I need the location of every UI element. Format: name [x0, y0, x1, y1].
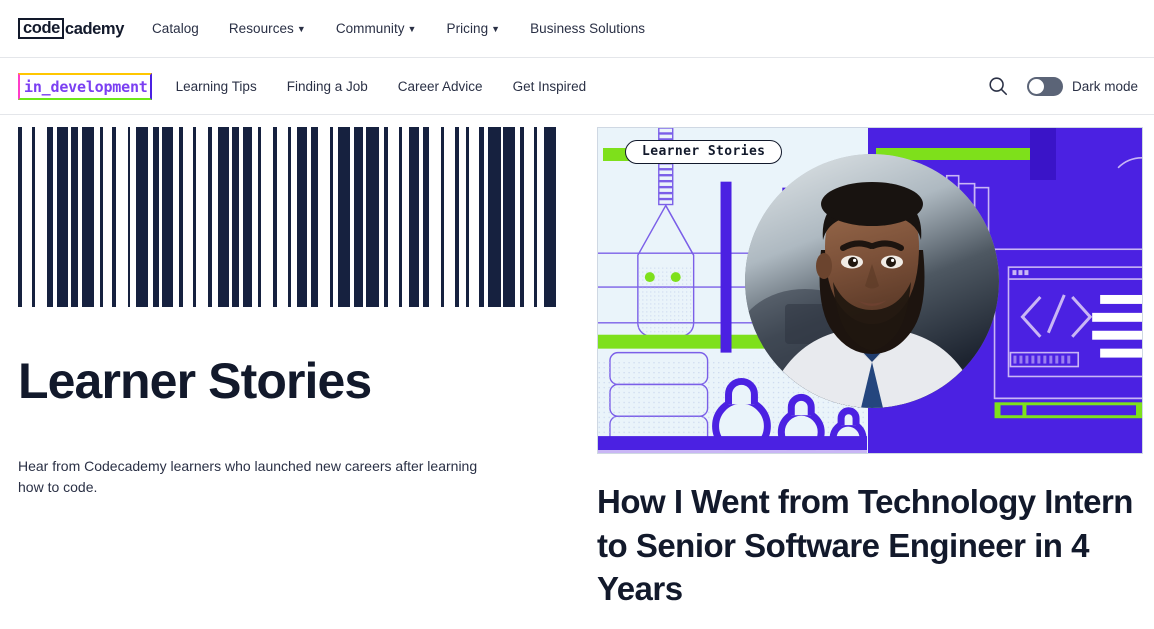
nav-item-catalog[interactable]: Catalog	[152, 21, 199, 36]
barcode-stripe	[488, 127, 501, 307]
barcode-stripe	[443, 127, 455, 307]
primary-nav-items: Catalog Resources ▼ Community ▼ Pricing ▼ B…	[152, 21, 675, 36]
featured-article-title[interactable]: How I Went from Technology Intern to Sen…	[597, 480, 1154, 611]
subnav-right-controls: Dark mode	[985, 73, 1138, 99]
dark-mode-toggle-knob	[1028, 78, 1044, 94]
barcode-stripe	[402, 127, 410, 307]
barcode-stripe	[296, 127, 307, 307]
barcode-stripe	[353, 127, 364, 307]
nav-item-business-solutions[interactable]: Business Solutions	[530, 21, 645, 36]
nav-item-business-solutions-label: Business Solutions	[530, 21, 646, 36]
chevron-down-icon: ▼	[296, 24, 306, 34]
barcode-stripe	[22, 127, 32, 307]
subnav-item-career-advice[interactable]: Career Advice	[398, 79, 483, 94]
nav-item-community-label: Community	[335, 21, 405, 36]
nav-item-pricing[interactable]: Pricing ▼	[447, 21, 501, 36]
blue-accent-block	[1030, 128, 1056, 180]
barcode-stripe	[152, 127, 160, 307]
barcode-stripe	[366, 127, 379, 307]
barcode-stripe	[310, 127, 318, 307]
nav-item-pricing-label: Pricing	[446, 21, 489, 36]
barcode-stripe	[388, 127, 400, 307]
barcode-stripe	[459, 127, 467, 307]
main-content: Learner Stories Hear from Codecademy lea…	[0, 115, 1154, 611]
barcode-stripe	[428, 127, 442, 307]
barcode-stripe	[556, 127, 561, 307]
barcode-stripe	[34, 127, 48, 307]
dark-mode-toggle-track[interactable]	[1026, 76, 1063, 96]
barcode-stripe	[70, 127, 78, 307]
barcode-stripe	[524, 127, 534, 307]
barcode-stripe	[116, 127, 128, 307]
barcode-stripe	[162, 127, 174, 307]
barcode-graphic	[18, 127, 561, 307]
page-subtitle: Hear from Codecademy learners who launch…	[18, 457, 478, 496]
dark-mode-toggle[interactable]: Dark mode	[1026, 76, 1138, 96]
nav-item-resources-label: Resources	[228, 21, 294, 36]
search-icon[interactable]	[985, 73, 1011, 99]
barcode-stripe	[338, 127, 350, 307]
barcode-stripe	[81, 127, 95, 307]
dark-mode-label: Dark mode	[1071, 78, 1138, 94]
chevron-down-icon: ▼	[491, 24, 501, 34]
barcode-stripe	[231, 127, 239, 307]
card-badge: Learner Stories	[625, 140, 783, 164]
subnav-item-get-inspired[interactable]: Get Inspired	[513, 79, 587, 94]
barcode-stripe	[468, 127, 479, 307]
codecademy-logo[interactable]: code cademy	[18, 18, 124, 39]
page-title: Learner Stories	[18, 353, 372, 409]
barcode-stripe	[217, 127, 229, 307]
barcode-stripe	[260, 127, 274, 307]
barcode-stripe	[277, 127, 289, 307]
barcode-stripe	[195, 127, 209, 307]
learner-portrait-avatar	[745, 154, 999, 408]
barcode-stripe	[543, 127, 557, 307]
barcode-stripe	[536, 127, 544, 307]
chevron-down-icon: ▼	[407, 24, 417, 34]
nav-item-resources[interactable]: Resources ▼	[229, 21, 306, 36]
barcode-stripe	[503, 127, 515, 307]
subnav-item-finding-a-job[interactable]: Finding a Job	[287, 79, 368, 94]
secondary-navbar: in_development Learning Tips Finding a J…	[0, 58, 1154, 115]
barcode-stripe	[317, 127, 331, 307]
barcode-stripe	[242, 127, 253, 307]
featured-article-card[interactable]: Learner Stories	[597, 127, 1143, 454]
barcode-stripe	[409, 127, 419, 307]
barcode-stripe	[135, 127, 149, 307]
portrait-illustration	[745, 154, 999, 408]
left-column: Learner Stories Hear from Codecademy lea…	[18, 115, 563, 611]
logo-boxed-text: code	[18, 18, 64, 39]
barcode-stripe	[56, 127, 68, 307]
barcode-stripe	[102, 127, 113, 307]
primary-navbar: code cademy Catalog Resources ▼ Community ▼…	[0, 0, 1154, 58]
barcode-stripe	[183, 127, 193, 307]
nav-item-catalog-label: Catalog	[151, 21, 199, 36]
right-column: Learner Stories How I Went from Technolo…	[597, 115, 1154, 611]
logo-tail-text: cademy	[64, 19, 124, 38]
nav-item-community[interactable]: Community ▼	[336, 21, 417, 36]
in-development-brand-tag[interactable]: in_development	[18, 72, 152, 100]
subnav-item-learning-tips[interactable]: Learning Tips	[176, 79, 257, 94]
